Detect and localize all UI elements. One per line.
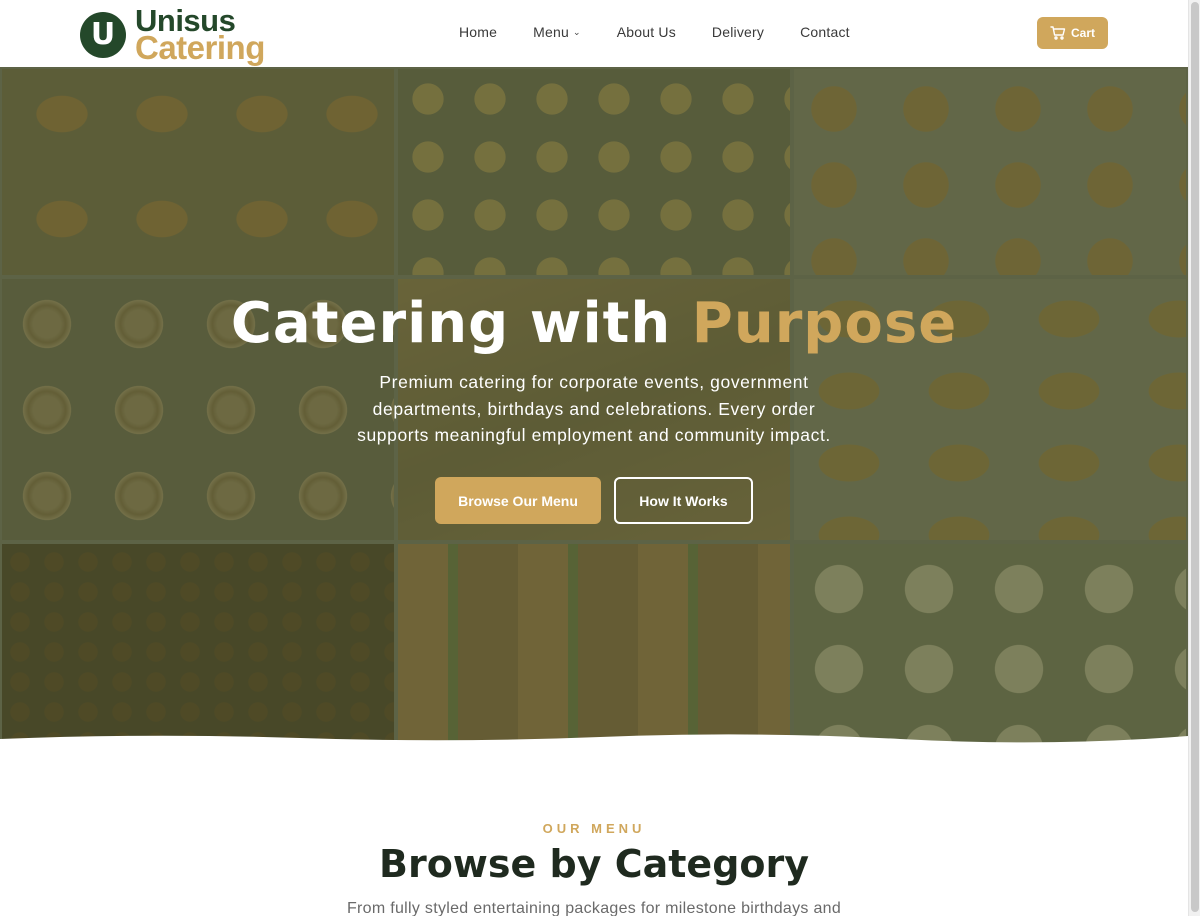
scrollbar-thumb[interactable] (1191, 2, 1199, 912)
logo-name-bottom: Catering (135, 29, 265, 66)
nav-delivery-label: Delivery (711, 24, 765, 40)
hero-subtitle: Premium catering for corporate events, g… (357, 372, 831, 445)
hero-title: Catering with Purpose (0, 291, 1188, 356)
nav-home-label: Home (459, 24, 498, 40)
browse-menu-button[interactable]: Browse Our Menu (435, 477, 601, 524)
menu-section-description: From fully styled entertaining packages … (346, 900, 842, 916)
logo[interactable]: U Unisus Catering (80, 5, 265, 66)
main-nav: Home Menu ⌄ About Us Delivery Contact (459, 24, 886, 40)
hero-content: Catering with Purpose Premium catering f… (0, 67, 1188, 747)
nav-contact[interactable]: Contact (800, 24, 850, 40)
hero-title-accent: Purpose (691, 291, 958, 356)
nav-menu-label: Menu (533, 24, 569, 40)
menu-section-title: Browse by Category (378, 842, 810, 886)
nav-contact-label: Contact (800, 24, 850, 40)
nav-about-us-label: About Us (616, 24, 676, 40)
logo-mark: U (80, 11, 126, 58)
nav-delivery[interactable]: Delivery (712, 24, 764, 40)
hero-title-main: Catering with (230, 291, 692, 356)
nav-menu[interactable]: Menu ⌄ (533, 24, 581, 40)
nav-about-us[interactable]: About Us (617, 24, 676, 40)
how-it-works-button[interactable]: How It Works (614, 477, 753, 524)
logo-text: Unisus Catering (135, 5, 265, 66)
chevron-down-icon: ⌄ (572, 26, 581, 37)
nav-home[interactable]: Home (459, 24, 497, 40)
site-header: U Unisus Catering Home Menu ⌄ About Us De… (0, 0, 1188, 67)
page-scrollbar[interactable] (1188, 0, 1200, 916)
hero-section: Catering with Purpose Premium catering f… (0, 67, 1188, 747)
cart-label: Cart (1070, 26, 1095, 40)
cart-button[interactable]: Cart (1037, 17, 1108, 49)
cart-icon (1050, 26, 1066, 40)
menu-section-eyebrow: OUR MENU (542, 821, 646, 836)
